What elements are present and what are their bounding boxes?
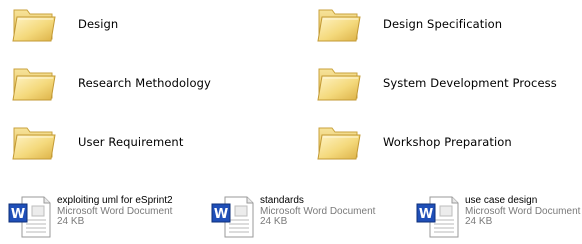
document-details: use case design Microsoft Word Document …	[465, 195, 580, 228]
document-size: 24 KB	[260, 216, 288, 227]
document-details: standards Microsoft Word Document 24 KB	[260, 195, 375, 228]
folder-label: User Requirement	[78, 135, 184, 149]
document-name: standards	[260, 195, 304, 206]
folder-label: Design Specification	[383, 17, 503, 31]
folder-label: Workshop Preparation	[383, 135, 512, 149]
folder-label: Design	[78, 17, 119, 31]
document-name: exploiting uml for eSprint2	[57, 195, 173, 206]
folder-icon	[10, 122, 58, 162]
document-name: use case design	[465, 195, 538, 206]
document-details: exploiting uml for eSprint2 Microsoft Wo…	[57, 195, 173, 228]
document-item[interactable]: exploiting uml for eSprint2 Microsoft Wo…	[8, 195, 173, 238]
folder-icon	[315, 63, 363, 103]
folder-label: Research Methodology	[78, 76, 211, 90]
folder-icon	[315, 4, 363, 44]
word-document-icon	[416, 196, 460, 238]
folder-label: System Development Process	[383, 76, 557, 90]
folder-icon	[10, 63, 58, 103]
folder-item[interactable]: System Development Process	[315, 63, 557, 103]
folder-item[interactable]: Design Specification	[315, 4, 502, 44]
document-item[interactable]: standards Microsoft Word Document 24 KB	[211, 195, 375, 238]
folder-item[interactable]: Design	[10, 4, 118, 44]
folder-item[interactable]: User Requirement	[10, 122, 183, 162]
folder-icon	[315, 122, 363, 162]
folder-icon	[10, 4, 58, 44]
word-document-icon	[8, 196, 52, 238]
document-size: 24 KB	[465, 216, 493, 227]
document-item[interactable]: use case design Microsoft Word Document …	[416, 195, 580, 238]
document-size: 24 KB	[57, 216, 85, 227]
folder-item[interactable]: Research Methodology	[10, 63, 211, 103]
folder-item[interactable]: Workshop Preparation	[315, 122, 512, 162]
word-document-icon	[211, 196, 255, 238]
